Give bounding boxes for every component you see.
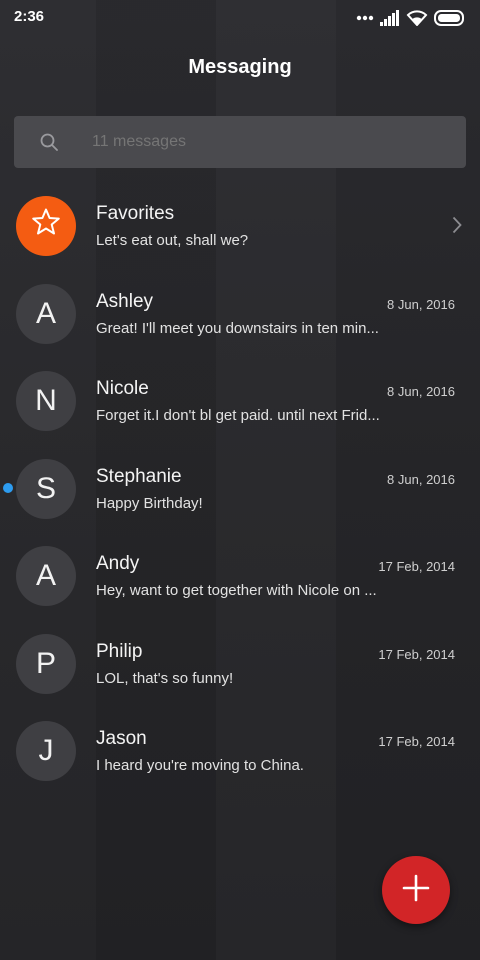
search-input[interactable] <box>92 133 392 151</box>
conversation-row[interactable]: P Philip 17 Feb, 2014 LOL, that's so fun… <box>0 620 480 708</box>
unread-dot <box>3 482 13 493</box>
conversation-name: Ashley <box>96 290 154 312</box>
plus-icon <box>402 874 430 907</box>
search-bar[interactable] <box>14 116 466 168</box>
favorites-avatar <box>16 196 76 256</box>
conversation-date: 8 Jun, 2016 <box>387 471 455 487</box>
signal-icon <box>380 10 400 26</box>
avatar: P <box>16 633 76 694</box>
status-time: 2:36 <box>14 8 45 25</box>
conversation-name: Jason <box>96 728 147 749</box>
new-message-button[interactable] <box>382 856 450 924</box>
more-dots-icon <box>356 15 374 21</box>
avatar: A <box>16 546 76 606</box>
conversation-snippet: I heard you're moving to China. <box>96 757 304 774</box>
battery-icon <box>434 10 466 26</box>
conversation-row[interactable]: A Andy 17 Feb, 2014 Hey, want to get tog… <box>0 532 480 620</box>
conversation-date: 17 Feb, 2014 <box>378 646 455 662</box>
conversation-name: Nicole <box>96 378 149 399</box>
avatar: S <box>16 458 76 519</box>
conversation-row[interactable]: J Jason 17 Feb, 2014 I heard you're movi… <box>0 707 480 795</box>
conversation-snippet: Happy Birthday! <box>96 494 203 512</box>
conversation-row[interactable]: N Nicole 8 Jun, 2016 Forget it.I don't b… <box>0 357 480 445</box>
conversation-row[interactable]: A Ashley 8 Jun, 2016 Great! I'll meet yo… <box>0 270 480 358</box>
chevron-right-icon <box>452 216 462 234</box>
conversation-row[interactable]: S Stephanie 8 Jun, 2016 Happy Birthday! <box>0 445 480 533</box>
conversation-date: 17 Feb, 2014 <box>378 734 455 749</box>
conversation-snippet: Forget it.I don't bl get paid. until nex… <box>96 407 380 424</box>
avatar: J <box>16 721 76 781</box>
conversation-date: 8 Jun, 2016 <box>387 296 455 312</box>
conversation-snippet: Let's eat out, shall we? <box>96 232 249 249</box>
favorites-row[interactable]: Favorites Let's eat out, shall we? <box>0 182 480 270</box>
wifi-icon <box>406 10 428 26</box>
conversation-date: 17 Feb, 2014 <box>378 559 455 574</box>
conversation-snippet: Great! I'll meet you downstairs in ten m… <box>96 319 379 337</box>
page-title: Messaging <box>188 56 292 78</box>
status-icons <box>356 9 466 27</box>
conversation-name: Andy <box>96 553 140 574</box>
status-bar: 2:36 <box>0 0 480 36</box>
conversation-list: Favorites Let's eat out, shall we? A Ash… <box>0 182 480 795</box>
conversation-snippet: LOL, that's so funny! <box>96 669 234 687</box>
conversation-name: Favorites <box>96 203 175 224</box>
star-icon <box>31 207 61 245</box>
avatar: A <box>16 283 76 344</box>
conversation-date: 8 Jun, 2016 <box>387 384 455 399</box>
conversation-snippet: Hey, want to get together with Nicole on… <box>96 582 377 599</box>
search-icon <box>40 133 58 151</box>
avatar: N <box>16 371 76 431</box>
conversation-name: Philip <box>96 640 143 662</box>
conversation-name: Stephanie <box>96 465 182 487</box>
